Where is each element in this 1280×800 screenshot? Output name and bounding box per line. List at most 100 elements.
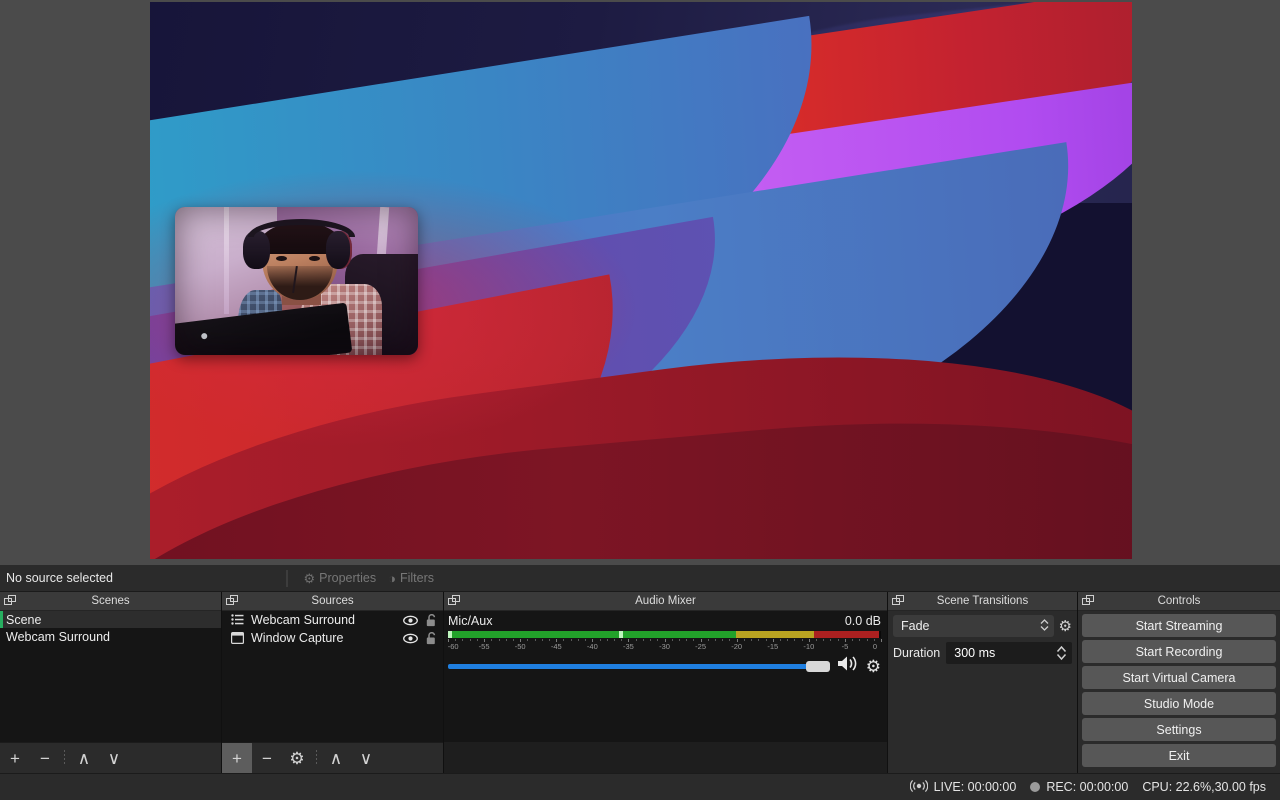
duration-input[interactable]: 300 ms (946, 642, 1072, 664)
meter-tick-minor (816, 639, 818, 641)
scenes-title-label: Scenes (91, 595, 130, 607)
mixer-body: Mic/Aux 0.0 dB -60 -55 -50 -45 -40 -35 -30 -25-… (444, 611, 887, 742)
undock-icon[interactable] (448, 595, 461, 608)
meter-tick-minor (534, 639, 536, 641)
transition-select[interactable]: Fade (893, 615, 1054, 637)
window-icon (230, 631, 245, 645)
move-scene-down-button[interactable]: ∨ (99, 743, 129, 774)
move-source-down-button[interactable]: ∨ (351, 743, 381, 774)
add-scene-button[interactable]: + (0, 743, 30, 774)
studio-mode-button[interactable]: Studio Mode (1082, 692, 1276, 715)
meter-tick-label: -25 (695, 642, 706, 651)
meter-tick-minor (541, 639, 543, 641)
meter-tick-minor (455, 639, 457, 641)
volume-slider-row: ⚙ (448, 655, 881, 677)
mixer-track: Mic/Aux 0.0 dB -60 -55 -50 -45 -40 -35 -30 -25-… (444, 611, 887, 677)
scene-list-item[interactable]: Scene (0, 611, 221, 628)
speaker-on-icon[interactable] (837, 655, 859, 677)
meter-tick-label: 0 (872, 642, 878, 651)
undock-icon[interactable] (4, 595, 17, 608)
meter-tick-minor (787, 639, 789, 641)
meter-tick-minor (751, 639, 753, 641)
program-preview-canvas[interactable] (150, 2, 1132, 559)
undock-icon[interactable] (226, 595, 239, 608)
move-scene-up-button[interactable]: ∧ (69, 743, 99, 774)
transition-selected-label: Fade (901, 619, 930, 633)
toolbar-divider (64, 750, 65, 766)
meter-yellow-segment (735, 631, 814, 638)
duration-value: 300 ms (954, 646, 996, 660)
meter-tick-minor (585, 639, 587, 641)
meter-tick-minor (729, 639, 731, 641)
source-properties-button[interactable]: ⚙ (282, 743, 312, 774)
eye-icon[interactable] (403, 631, 418, 645)
meter-tick-label: -45 (550, 642, 562, 651)
unlock-icon[interactable] (424, 613, 439, 627)
undock-icon[interactable] (892, 595, 905, 608)
source-list-item[interactable]: Window Capture (222, 629, 443, 647)
start-streaming-button[interactable]: Start Streaming (1082, 614, 1276, 637)
status-bar: LIVE: 00:00:00 REC: 00:00:00 CPU: 22.6%,… (0, 773, 1280, 800)
live-timer: LIVE: 00:00:00 (933, 780, 1017, 794)
filters-button[interactable]: ◑ Filters (382, 569, 440, 587)
scene-list-item[interactable]: Webcam Surround (0, 628, 221, 645)
controls-dock-title: Controls (1078, 592, 1280, 611)
meter-green-segment (450, 631, 736, 638)
broadcast-icon (909, 779, 928, 796)
meter-tick-minor (779, 639, 781, 641)
meter-tick-minor (743, 639, 745, 641)
meter-tick-minor (794, 639, 796, 641)
meter-tick-label: -30 (659, 642, 670, 651)
mixer-track-header: Mic/Aux 0.0 dB (448, 614, 881, 628)
meter-tick-minor (606, 639, 608, 641)
volume-slider-rail (448, 664, 830, 669)
meter-peak-hold (619, 631, 624, 638)
transition-select-row: Fade ⚙ (888, 611, 1077, 637)
meter-tick-minor (527, 639, 529, 641)
scenes-list[interactable]: Scene Webcam Surround (0, 611, 221, 742)
transition-gear-icon[interactable]: ⚙ (1059, 619, 1072, 634)
undock-icon[interactable] (1082, 595, 1095, 608)
mixer-gear-icon[interactable]: ⚙ (866, 658, 881, 675)
transitions-title-label: Scene Transitions (936, 595, 1029, 607)
meter-scale: -60 -55 -50 -45 -40 -35 -30 -25 -20 -15 -10 -5 0 (447, 639, 882, 653)
remove-scene-button[interactable]: − (30, 743, 60, 774)
meter-tick-minor (505, 639, 507, 641)
meter-tick-label: -10 (803, 642, 815, 651)
toolbar-divider (316, 750, 317, 766)
start-recording-button[interactable]: Start Recording (1082, 640, 1276, 663)
eye-icon[interactable] (403, 613, 418, 627)
sources-dock: Sources Webcam Surround Window Capture +… (222, 592, 444, 774)
scene-item-label: Scene (6, 612, 42, 627)
meter-tick-minor (563, 639, 565, 641)
start-virtual-camera-button[interactable]: Start Virtual Camera (1082, 666, 1276, 689)
meter-tick-minor (650, 639, 652, 641)
properties-button[interactable]: ⚙ Properties (297, 569, 382, 587)
volume-slider[interactable] (448, 658, 830, 674)
meter-tick-minor (758, 639, 760, 641)
webcam-vignette (175, 207, 418, 355)
meter-tick-label: -20 (731, 642, 743, 651)
source-toolbar: No source selected ⚙ Properties ◑ Filter… (0, 565, 1280, 592)
live-status: LIVE: 00:00:00 (909, 779, 1017, 796)
settings-button[interactable]: Settings (1082, 718, 1276, 741)
volume-slider-handle[interactable] (805, 661, 830, 672)
source-list-item[interactable]: Webcam Surround (222, 611, 443, 629)
filters-label: Filters (399, 571, 434, 585)
scenes-dock-title: Scenes (0, 592, 221, 611)
meter-tick-minor (671, 639, 673, 641)
unlock-icon[interactable] (424, 631, 439, 645)
move-source-up-button[interactable]: ∧ (321, 743, 351, 774)
meter-tick-label: -15 (767, 642, 779, 651)
transition-duration-row: Duration 300 ms (888, 637, 1077, 664)
meter-tick-minor (852, 639, 854, 641)
remove-source-button[interactable]: − (252, 743, 282, 774)
exit-button[interactable]: Exit (1082, 744, 1276, 767)
meter-tick-label: -60 (447, 642, 459, 651)
spinner-arrows-icon[interactable] (1055, 644, 1070, 662)
meter-tick-label: -50 (514, 642, 526, 651)
webcam-source-overlay[interactable] (175, 207, 418, 355)
add-source-button[interactable]: + (222, 742, 252, 774)
sources-list[interactable]: Webcam Surround Window Capture (222, 611, 443, 742)
preview-area[interactable] (0, 0, 1280, 565)
